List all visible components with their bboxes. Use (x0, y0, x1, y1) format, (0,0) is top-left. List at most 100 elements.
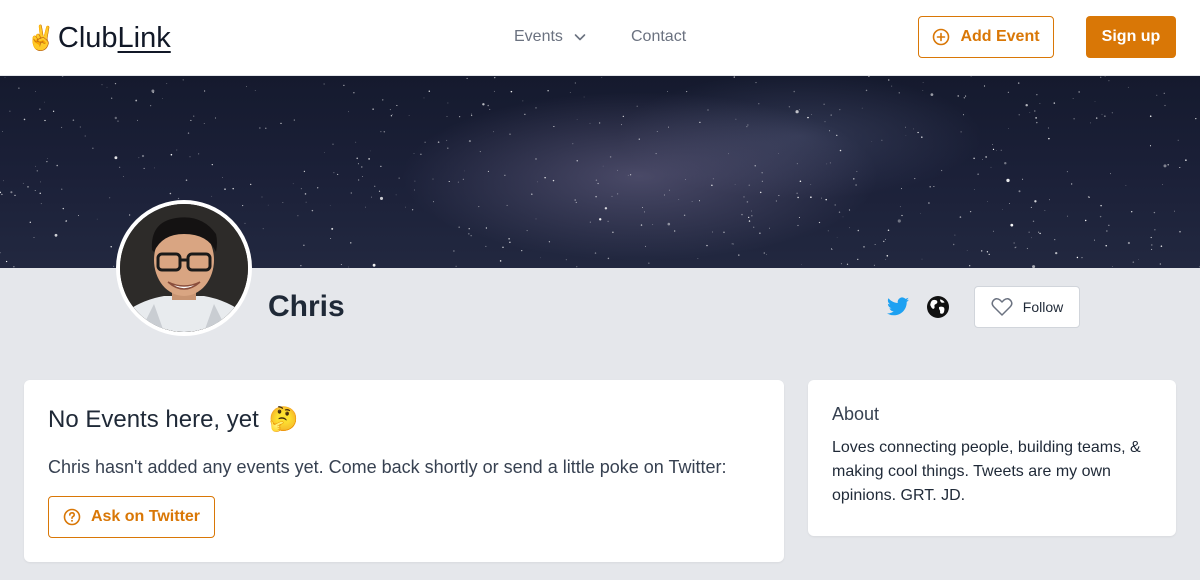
add-event-button[interactable]: Add Event (918, 16, 1054, 58)
star (413, 153, 415, 154)
star (607, 220, 609, 223)
star (897, 219, 901, 223)
star (357, 163, 359, 165)
star (1006, 178, 1010, 183)
globe-icon[interactable] (926, 295, 950, 319)
star (601, 77, 603, 79)
star (871, 140, 873, 142)
star (788, 106, 791, 108)
star (589, 122, 591, 124)
star (1160, 245, 1163, 247)
star (840, 263, 842, 265)
star (1094, 101, 1096, 103)
star (1104, 115, 1106, 117)
star (0, 191, 2, 194)
star (499, 260, 502, 262)
star (755, 82, 757, 84)
star (1159, 263, 1161, 265)
star (1163, 164, 1167, 168)
star (304, 193, 307, 195)
star (922, 82, 924, 83)
star (1014, 247, 1016, 249)
star (899, 206, 901, 208)
star (317, 187, 319, 189)
star (65, 220, 67, 222)
star (826, 163, 828, 165)
star (1164, 104, 1166, 107)
star (1034, 110, 1036, 112)
star (52, 110, 55, 112)
star (952, 243, 955, 246)
profile-name: Chris (268, 290, 345, 323)
star (627, 174, 629, 176)
about-card: About Loves connecting people, building … (808, 380, 1176, 536)
clublink-logo[interactable]: ✌️ Club Link (26, 20, 171, 56)
star (357, 179, 360, 181)
star (748, 220, 751, 222)
star (1127, 86, 1129, 88)
star (540, 257, 541, 259)
star (609, 156, 612, 158)
star (23, 118, 26, 121)
star (398, 177, 400, 179)
star (810, 196, 812, 198)
star (414, 189, 415, 191)
star (855, 184, 857, 186)
star (487, 170, 489, 172)
star (829, 162, 831, 164)
star (853, 178, 855, 180)
star (778, 195, 780, 197)
star (1112, 266, 1113, 267)
star (1015, 246, 1017, 248)
star (1018, 190, 1021, 193)
star (203, 90, 206, 92)
nav-contact-link[interactable]: Contact (631, 26, 686, 48)
star (117, 120, 119, 122)
star (888, 79, 890, 81)
ask-on-twitter-button[interactable]: Ask on Twitter (48, 496, 215, 538)
star (982, 159, 983, 160)
star (728, 153, 729, 155)
star (1036, 94, 1038, 96)
star (685, 178, 686, 180)
star (1094, 239, 1095, 241)
star (0, 252, 1, 254)
star (1101, 113, 1103, 115)
star (61, 188, 63, 190)
star (152, 91, 154, 94)
events-card: No Events here, yet 🤔 Chris hasn't added… (24, 380, 784, 562)
star (683, 214, 686, 216)
star (576, 119, 578, 120)
nav-events-dropdown[interactable]: Events (514, 26, 587, 48)
star (47, 158, 48, 159)
star (535, 107, 537, 109)
star (36, 170, 38, 172)
twitter-icon[interactable] (886, 295, 910, 319)
star (462, 178, 464, 180)
star (1053, 102, 1056, 104)
star (836, 237, 838, 238)
star (303, 244, 305, 246)
star (380, 165, 382, 167)
star (350, 242, 352, 244)
signup-button[interactable]: Sign up (1086, 16, 1176, 58)
star (54, 233, 58, 237)
star (1017, 82, 1020, 84)
star (1032, 265, 1036, 268)
star (169, 192, 172, 195)
star (1066, 215, 1069, 217)
avatar-portrait (120, 204, 248, 332)
star (597, 182, 599, 185)
star (970, 76, 972, 77)
star (1076, 256, 1079, 259)
star (1036, 121, 1038, 124)
star (914, 178, 916, 180)
star (1013, 242, 1015, 244)
star (482, 103, 485, 106)
star (537, 181, 538, 183)
follow-button[interactable]: Follow (974, 286, 1080, 328)
star (111, 97, 113, 99)
star (622, 115, 624, 118)
star (885, 259, 887, 260)
star (423, 97, 425, 99)
